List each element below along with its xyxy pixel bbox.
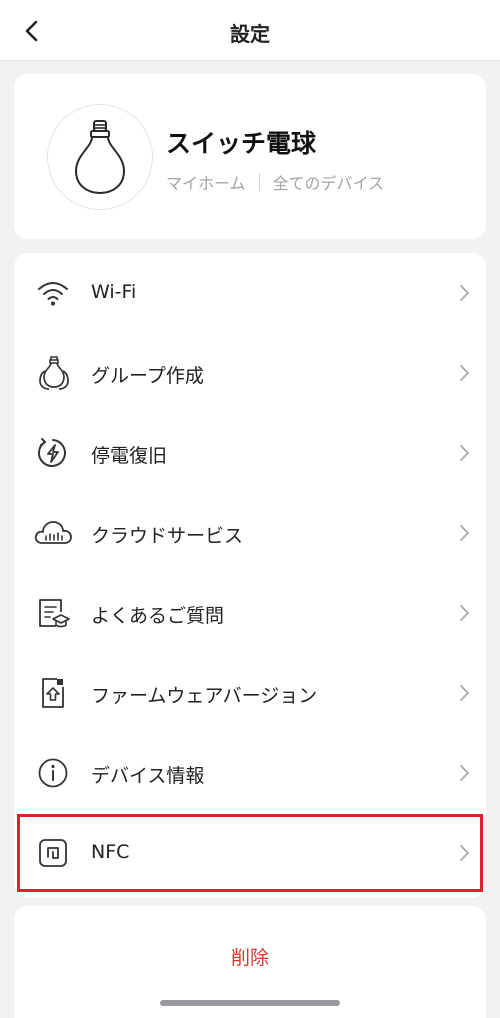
menu-item-firmware[interactable]: ファームウェアバージョン (14, 653, 486, 733)
chevron-right-icon (460, 285, 469, 301)
light-bulb-icon (74, 120, 126, 195)
chevron-right-icon (460, 685, 469, 701)
firmware-upload-icon (34, 673, 72, 713)
chevron-right-icon (460, 845, 469, 861)
menu-item-label: よくあるご質問 (91, 605, 225, 627)
delete-button[interactable]: 削除 (14, 906, 486, 1006)
chevron-right-icon (460, 765, 469, 781)
chevron-right-icon (460, 605, 469, 621)
menu-item-device-info[interactable]: デバイス情報 (14, 733, 486, 813)
menu-item-wifi[interactable]: Wi-Fi (14, 253, 486, 333)
chevron-right-icon (460, 445, 469, 461)
menu-item-label: ファームウェアバージョン (91, 685, 318, 707)
page-title: 設定 (230, 22, 270, 46)
menu-item-nfc[interactable]: NFC (14, 813, 486, 893)
device-location: マイホーム 全てのデバイス (166, 170, 384, 194)
menu-item-cloud-service[interactable]: クラウドサービス (14, 493, 486, 573)
device-avatar (47, 104, 153, 210)
info-icon (34, 753, 72, 793)
navigation-bar: 設定 (0, 0, 500, 61)
menu-item-group[interactable]: グループ作成 (14, 333, 486, 413)
bulb-group-icon (34, 353, 72, 393)
nfc-icon (34, 833, 72, 873)
chevron-right-icon (460, 365, 469, 381)
menu-item-label: グループ作成 (91, 365, 204, 387)
menu-item-label: Wi-Fi (91, 281, 137, 303)
device-name: スイッチ電球 (166, 129, 317, 158)
menu-item-faq[interactable]: よくあるご質問 (14, 573, 486, 653)
delete-label: 削除 (230, 946, 269, 969)
settings-menu: Wi-Fi グループ作成 停電復旧 クラウドサービス よくあるご質問 ファームウ… (14, 253, 486, 898)
home-indicator (160, 1000, 340, 1006)
menu-item-label: 停電復旧 (91, 445, 168, 467)
menu-item-label: クラウドサービス (91, 525, 244, 547)
faq-icon (34, 593, 72, 633)
separator (258, 173, 260, 191)
device-card[interactable]: スイッチ電球 マイホーム 全てのデバイス (14, 74, 486, 239)
menu-item-label: デバイス情報 (91, 765, 205, 787)
wifi-icon (34, 273, 72, 313)
cloud-icon (34, 513, 72, 553)
power-restore-icon (34, 433, 72, 473)
home-name: マイホーム (166, 174, 246, 193)
menu-item-power-restore[interactable]: 停電復旧 (14, 413, 486, 493)
chevron-right-icon (460, 525, 469, 541)
menu-item-label: NFC (91, 841, 130, 863)
room-name: 全てのデバイス (272, 174, 385, 193)
